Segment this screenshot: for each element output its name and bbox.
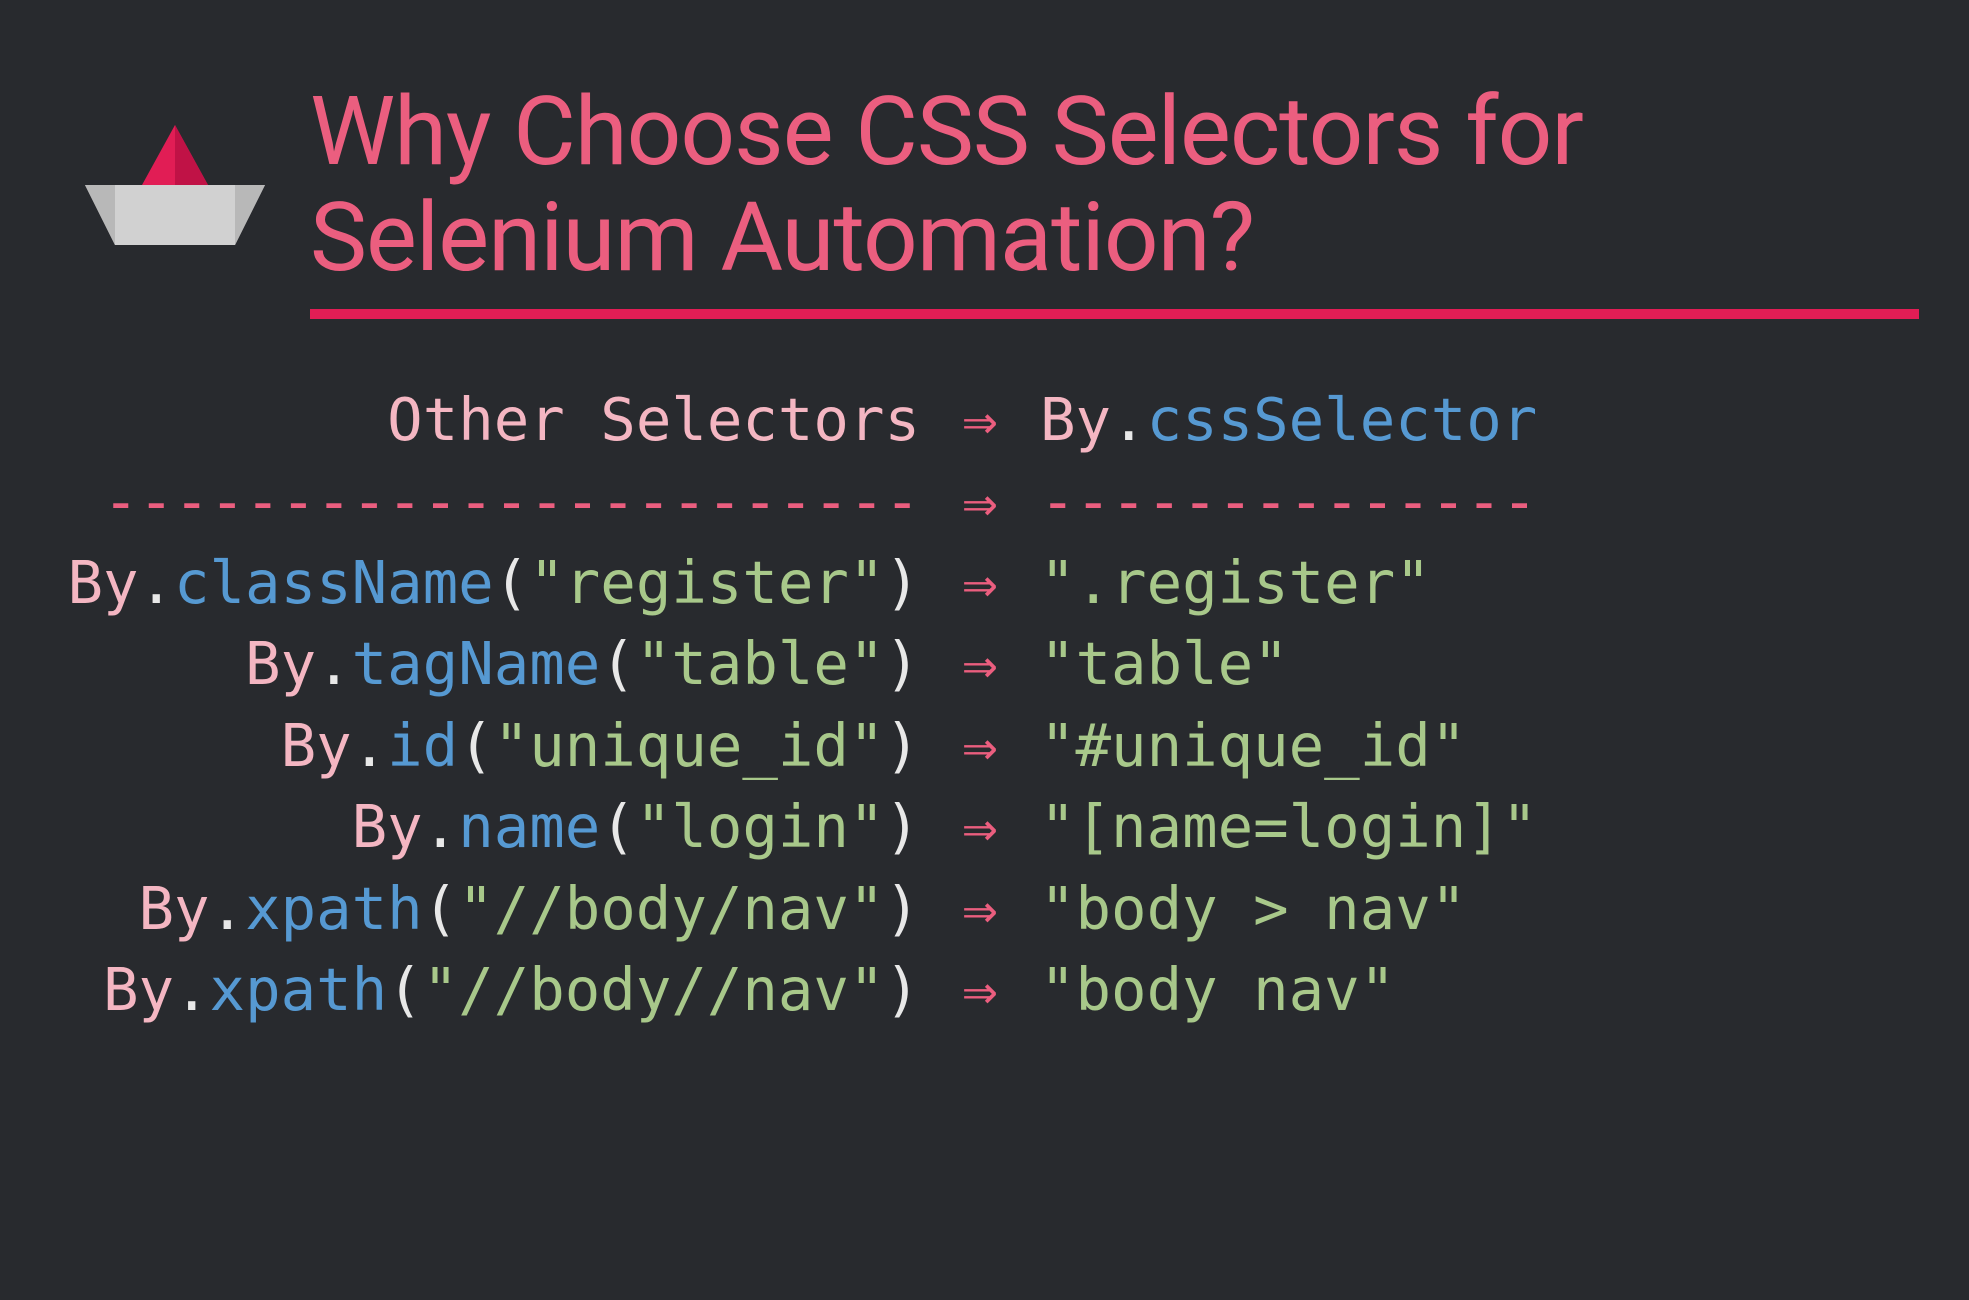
arg-token: "register" (529, 548, 884, 617)
arrow-icon: ⇒ (920, 379, 1040, 460)
divider-right: -------------- (1040, 461, 1919, 542)
other-selector: By.id("unique_id") (50, 705, 920, 786)
by-token: By (1040, 385, 1111, 454)
header-right: By.cssSelector (1040, 379, 1919, 460)
dot-token: . (138, 548, 174, 617)
method-token: xpath (210, 955, 388, 1024)
page-title: Why Choose CSS Selectors for Selenium Au… (310, 80, 1919, 319)
arg-token: "//body//nav" (423, 955, 885, 1024)
divider-row: ----------------------- ⇒ -------------- (50, 461, 1919, 542)
by-token: By (245, 629, 316, 698)
code-comparison-table: Other Selectors ⇒ By.cssSelector -------… (0, 319, 1969, 1030)
arrow-icon: ⇒ (920, 949, 1040, 1030)
other-selector: By.xpath("//body//nav") (50, 949, 920, 1030)
arrow-icon: ⇒ (920, 868, 1040, 949)
paren-token: ) (884, 874, 920, 943)
paren-token: ) (884, 955, 920, 1024)
header-left: Other Selectors (50, 379, 920, 460)
paren-token: ( (458, 711, 494, 780)
paren-token: ( (423, 874, 459, 943)
css-selector: "[name=login]" (1040, 786, 1919, 867)
css-selector: ".register" (1040, 542, 1919, 623)
arrow-icon: ⇒ (920, 705, 1040, 786)
arrow-icon: ⇒ (920, 623, 1040, 704)
arrow-icon: ⇒ (920, 542, 1040, 623)
table-row: By.name("login") ⇒ "[name=login]" (50, 786, 1919, 867)
by-token: By (352, 792, 423, 861)
arg-token: "//body/nav" (458, 874, 884, 943)
arg-token: "unique_id" (494, 711, 885, 780)
method-token: xpath (245, 874, 423, 943)
method-token: cssSelector (1147, 385, 1538, 454)
css-selector: "body > nav" (1040, 868, 1919, 949)
method-token: id (387, 711, 458, 780)
method-token: name (458, 792, 600, 861)
paren-token: ( (387, 955, 423, 1024)
by-token: By (103, 955, 174, 1024)
table-row: By.className("register") ⇒ ".register" (50, 542, 1919, 623)
paren-token: ( (494, 548, 530, 617)
arg-token: "table" (636, 629, 885, 698)
paren-token: ) (884, 792, 920, 861)
by-token: By (281, 711, 352, 780)
paren-token: ( (600, 629, 636, 698)
boat-logo-icon (60, 110, 290, 270)
method-token: className (174, 548, 494, 617)
paren-token: ) (884, 548, 920, 617)
css-selector: "#unique_id" (1040, 705, 1919, 786)
dot-token: . (174, 955, 210, 1024)
arrow-icon: ⇒ (920, 786, 1040, 867)
css-selector: "body nav" (1040, 949, 1919, 1030)
by-token: By (67, 548, 138, 617)
header: Why Choose CSS Selectors for Selenium Au… (0, 0, 1969, 319)
css-selector: "table" (1040, 623, 1919, 704)
arg-token: "login" (636, 792, 885, 861)
dot-token: . (316, 629, 352, 698)
dot-token: . (352, 711, 388, 780)
table-row: By.xpath("//body//nav") ⇒ "body nav" (50, 949, 1919, 1030)
header-row: Other Selectors ⇒ By.cssSelector (50, 379, 1919, 460)
dot-token: . (1111, 385, 1147, 454)
divider-left: ----------------------- (50, 461, 920, 542)
other-selector: By.tagName("table") (50, 623, 920, 704)
paren-token: ( (600, 792, 636, 861)
method-token: tagName (352, 629, 601, 698)
other-selector: By.xpath("//body/nav") (50, 868, 920, 949)
table-row: By.xpath("//body/nav") ⇒ "body > nav" (50, 868, 1919, 949)
by-token: By (138, 874, 209, 943)
dot-token: . (423, 792, 459, 861)
dot-token: . (210, 874, 246, 943)
table-row: By.id("unique_id") ⇒ "#unique_id" (50, 705, 1919, 786)
paren-token: ) (884, 629, 920, 698)
other-selector: By.className("register") (50, 542, 920, 623)
other-selector: By.name("login") (50, 786, 920, 867)
table-row: By.tagName("table") ⇒ "table" (50, 623, 1919, 704)
paren-token: ) (884, 711, 920, 780)
arrow-icon: ⇒ (920, 461, 1040, 542)
